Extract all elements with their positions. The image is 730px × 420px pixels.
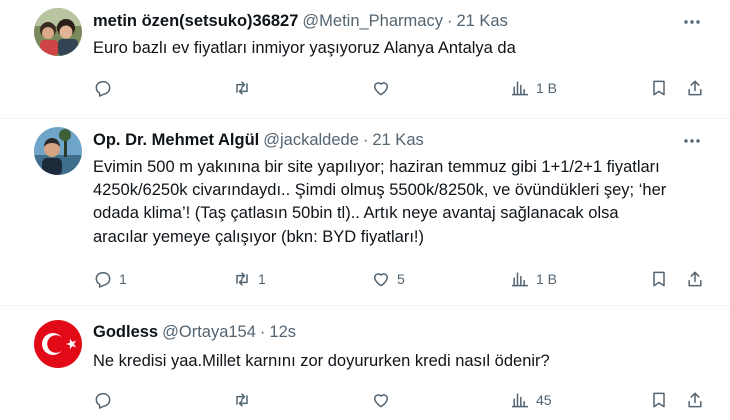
bookmark-icon [649, 390, 669, 410]
repost-button[interactable] [232, 77, 258, 99]
reply-button[interactable] [93, 77, 119, 99]
views-button[interactable]: 45 [510, 389, 552, 411]
repost-icon [232, 390, 252, 410]
tweet-actions: 45 [93, 389, 710, 411]
share-icon [685, 269, 705, 289]
views-count: 45 [536, 392, 552, 408]
more-icon[interactable] [682, 12, 702, 32]
reply-button[interactable] [93, 389, 119, 411]
repost-icon [232, 78, 252, 98]
bookmark-button[interactable] [649, 77, 669, 99]
bookmark-icon [649, 78, 669, 98]
repost-icon [232, 269, 252, 289]
timestamp[interactable]: 21 Kas [456, 12, 507, 31]
timeline: metin özen(setsuko)36827 @Metin_Pharmacy… [0, 0, 730, 420]
tweet-actions: 1 B [93, 77, 710, 99]
like-icon [371, 390, 391, 410]
tweet-header: Godless @Ortaya154 · 12s [93, 323, 296, 342]
views-icon [510, 78, 530, 98]
views-button[interactable]: 1 B [510, 77, 557, 99]
share-button[interactable] [685, 389, 705, 411]
bookmark-button[interactable] [649, 268, 669, 290]
tweet-text: Ne kredisi yaa.Millet karnını zor doyuru… [93, 352, 550, 370]
views-icon [510, 390, 530, 410]
like-count: 5 [397, 271, 405, 287]
tweet-text: Euro bazlı ev fiyatları inmiyor yaşıyoru… [93, 39, 516, 57]
tweet-text: Evimin 500 m yakınına bir site yapılıyor… [93, 158, 667, 246]
avatar[interactable] [34, 8, 82, 56]
share-icon [685, 78, 705, 98]
reply-icon [93, 78, 113, 98]
separator: · [362, 131, 369, 149]
turkish-flag-avatar-icon [34, 320, 82, 368]
author-handle[interactable]: @Ortaya154 [162, 323, 256, 342]
tweet[interactable]: metin özen(setsuko)36827 @Metin_Pharmacy… [0, 0, 730, 118]
timestamp[interactable]: 12s [269, 323, 296, 342]
author-handle[interactable]: @jackaldede [263, 131, 359, 150]
avatar[interactable] [34, 127, 82, 175]
bookmark-button[interactable] [649, 389, 669, 411]
author-name[interactable]: Godless [93, 323, 158, 342]
author-handle[interactable]: @Metin_Pharmacy [302, 12, 443, 31]
timestamp[interactable]: 21 Kas [372, 131, 423, 150]
avatar[interactable] [34, 320, 82, 368]
tweet-header: metin özen(setsuko)36827 @Metin_Pharmacy… [93, 12, 508, 31]
share-button[interactable] [685, 77, 705, 99]
separator: · [259, 323, 266, 341]
reply-icon [93, 269, 113, 289]
tweet-actions: 1 1 5 1 B [93, 268, 710, 290]
like-icon [371, 78, 391, 98]
views-count: 1 B [536, 271, 558, 287]
reply-button[interactable]: 1 [93, 268, 127, 290]
share-icon [685, 390, 705, 410]
like-button[interactable]: 5 [371, 268, 405, 290]
like-button[interactable] [371, 77, 397, 99]
portrait-avatar-icon [34, 127, 82, 175]
repost-button[interactable]: 1 [232, 268, 266, 290]
reply-icon [93, 390, 113, 410]
bookmark-icon [649, 269, 669, 289]
separator: · [446, 12, 453, 30]
author-name[interactable]: Op. Dr. Mehmet Algül [93, 131, 259, 150]
repost-button[interactable] [232, 389, 258, 411]
like-icon [371, 269, 391, 289]
share-button[interactable] [685, 268, 705, 290]
tweet-header: Op. Dr. Mehmet Algül @jackaldede · 21 Ka… [93, 131, 424, 150]
tweet[interactable]: Op. Dr. Mehmet Algül @jackaldede · 21 Ka… [0, 119, 730, 305]
group-photo-avatar-icon [34, 8, 82, 56]
reply-count: 1 [119, 271, 127, 287]
views-count: 1 B [536, 80, 558, 96]
author-name[interactable]: metin özen(setsuko)36827 [93, 12, 298, 31]
views-icon [510, 269, 530, 289]
views-button[interactable]: 1 B [510, 268, 557, 290]
like-button[interactable] [371, 389, 397, 411]
tweet[interactable]: Godless @Ortaya154 · 12s Ne kredisi yaa.… [0, 306, 730, 420]
more-icon[interactable] [682, 131, 702, 151]
repost-count: 1 [258, 271, 266, 287]
